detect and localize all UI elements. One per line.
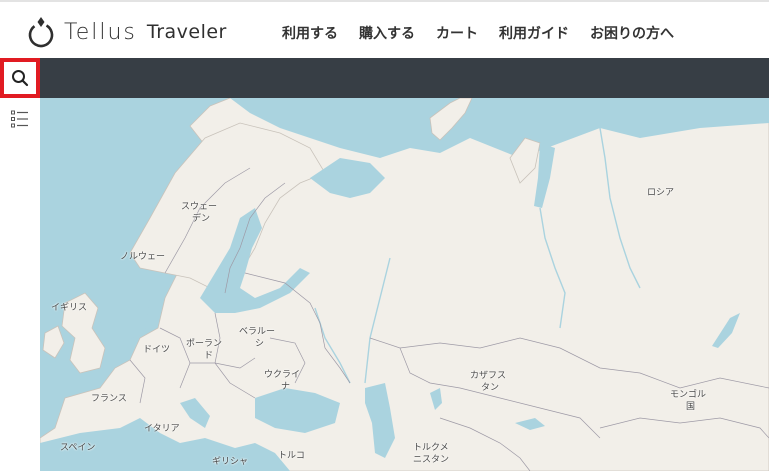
search-button[interactable]	[0, 58, 40, 98]
nav-item-guide[interactable]: 利用ガイド	[499, 23, 569, 43]
brand-logo[interactable]: Tellus Traveler	[26, 14, 227, 50]
nav-item-cart[interactable]: カート	[436, 23, 478, 43]
label-kazakhstan-2: タン	[481, 383, 500, 393]
logo-text: Tellus	[64, 19, 137, 45]
label-mongolia-1: モンゴル	[670, 390, 707, 400]
label-kazakhstan-1: カザフス	[470, 371, 507, 381]
label-russia: ロシア	[647, 188, 675, 198]
label-spain: スペイン	[60, 443, 96, 453]
label-turkey: トルコ	[278, 451, 305, 461]
nav-item-help[interactable]: お困りの方へ	[590, 23, 674, 43]
label-turkmenistan-1: トルクメ	[413, 443, 449, 453]
label-norway: ノルウェー	[120, 252, 166, 262]
tool-sidebar	[0, 58, 40, 471]
label-mongolia-2: 国	[686, 402, 696, 412]
map-view[interactable]: ロシア スウェー デン ノルウェー イギリス ベラルー シ ポーラン ド ドイツ…	[40, 98, 769, 471]
nav-item-use[interactable]: 利用する	[282, 23, 338, 43]
app-header: Tellus Traveler 利用する 購入する カート 利用ガイド お困りの…	[0, 0, 769, 58]
label-turkmenistan-2: ニスタン	[413, 455, 450, 465]
label-italy: イタリア	[144, 424, 180, 434]
nav-item-purchase[interactable]: 購入する	[359, 23, 415, 43]
label-ukraine-2: ナ	[281, 382, 291, 392]
label-poland-1: ポーラン	[186, 339, 223, 349]
main-nav: 利用する 購入する カート 利用ガイド お困りの方へ	[282, 23, 695, 43]
label-poland-2: ド	[204, 351, 214, 361]
ireland	[42, 325, 65, 359]
label-greece: ギリシャ	[212, 457, 249, 467]
search-icon	[12, 70, 29, 87]
label-france: フランス	[91, 394, 127, 404]
product-name: Traveler	[146, 21, 227, 43]
label-belarus-1: ベラルー	[239, 327, 276, 337]
label-sweden-1: スウェー	[181, 202, 218, 212]
eurasia-landmass	[40, 98, 769, 471]
label-sweden-2: デン	[192, 214, 211, 224]
layer-list-button[interactable]	[8, 110, 32, 130]
label-uk: イギリス	[51, 303, 88, 313]
map-toolbar	[0, 58, 769, 98]
tellus-logo-icon	[28, 17, 54, 48]
label-germany: ドイツ	[143, 345, 171, 355]
map-basemap	[40, 98, 769, 471]
label-ukraine-1: ウクライ	[264, 370, 301, 380]
list-icon	[11, 110, 28, 128]
label-belarus-2: シ	[255, 339, 265, 349]
